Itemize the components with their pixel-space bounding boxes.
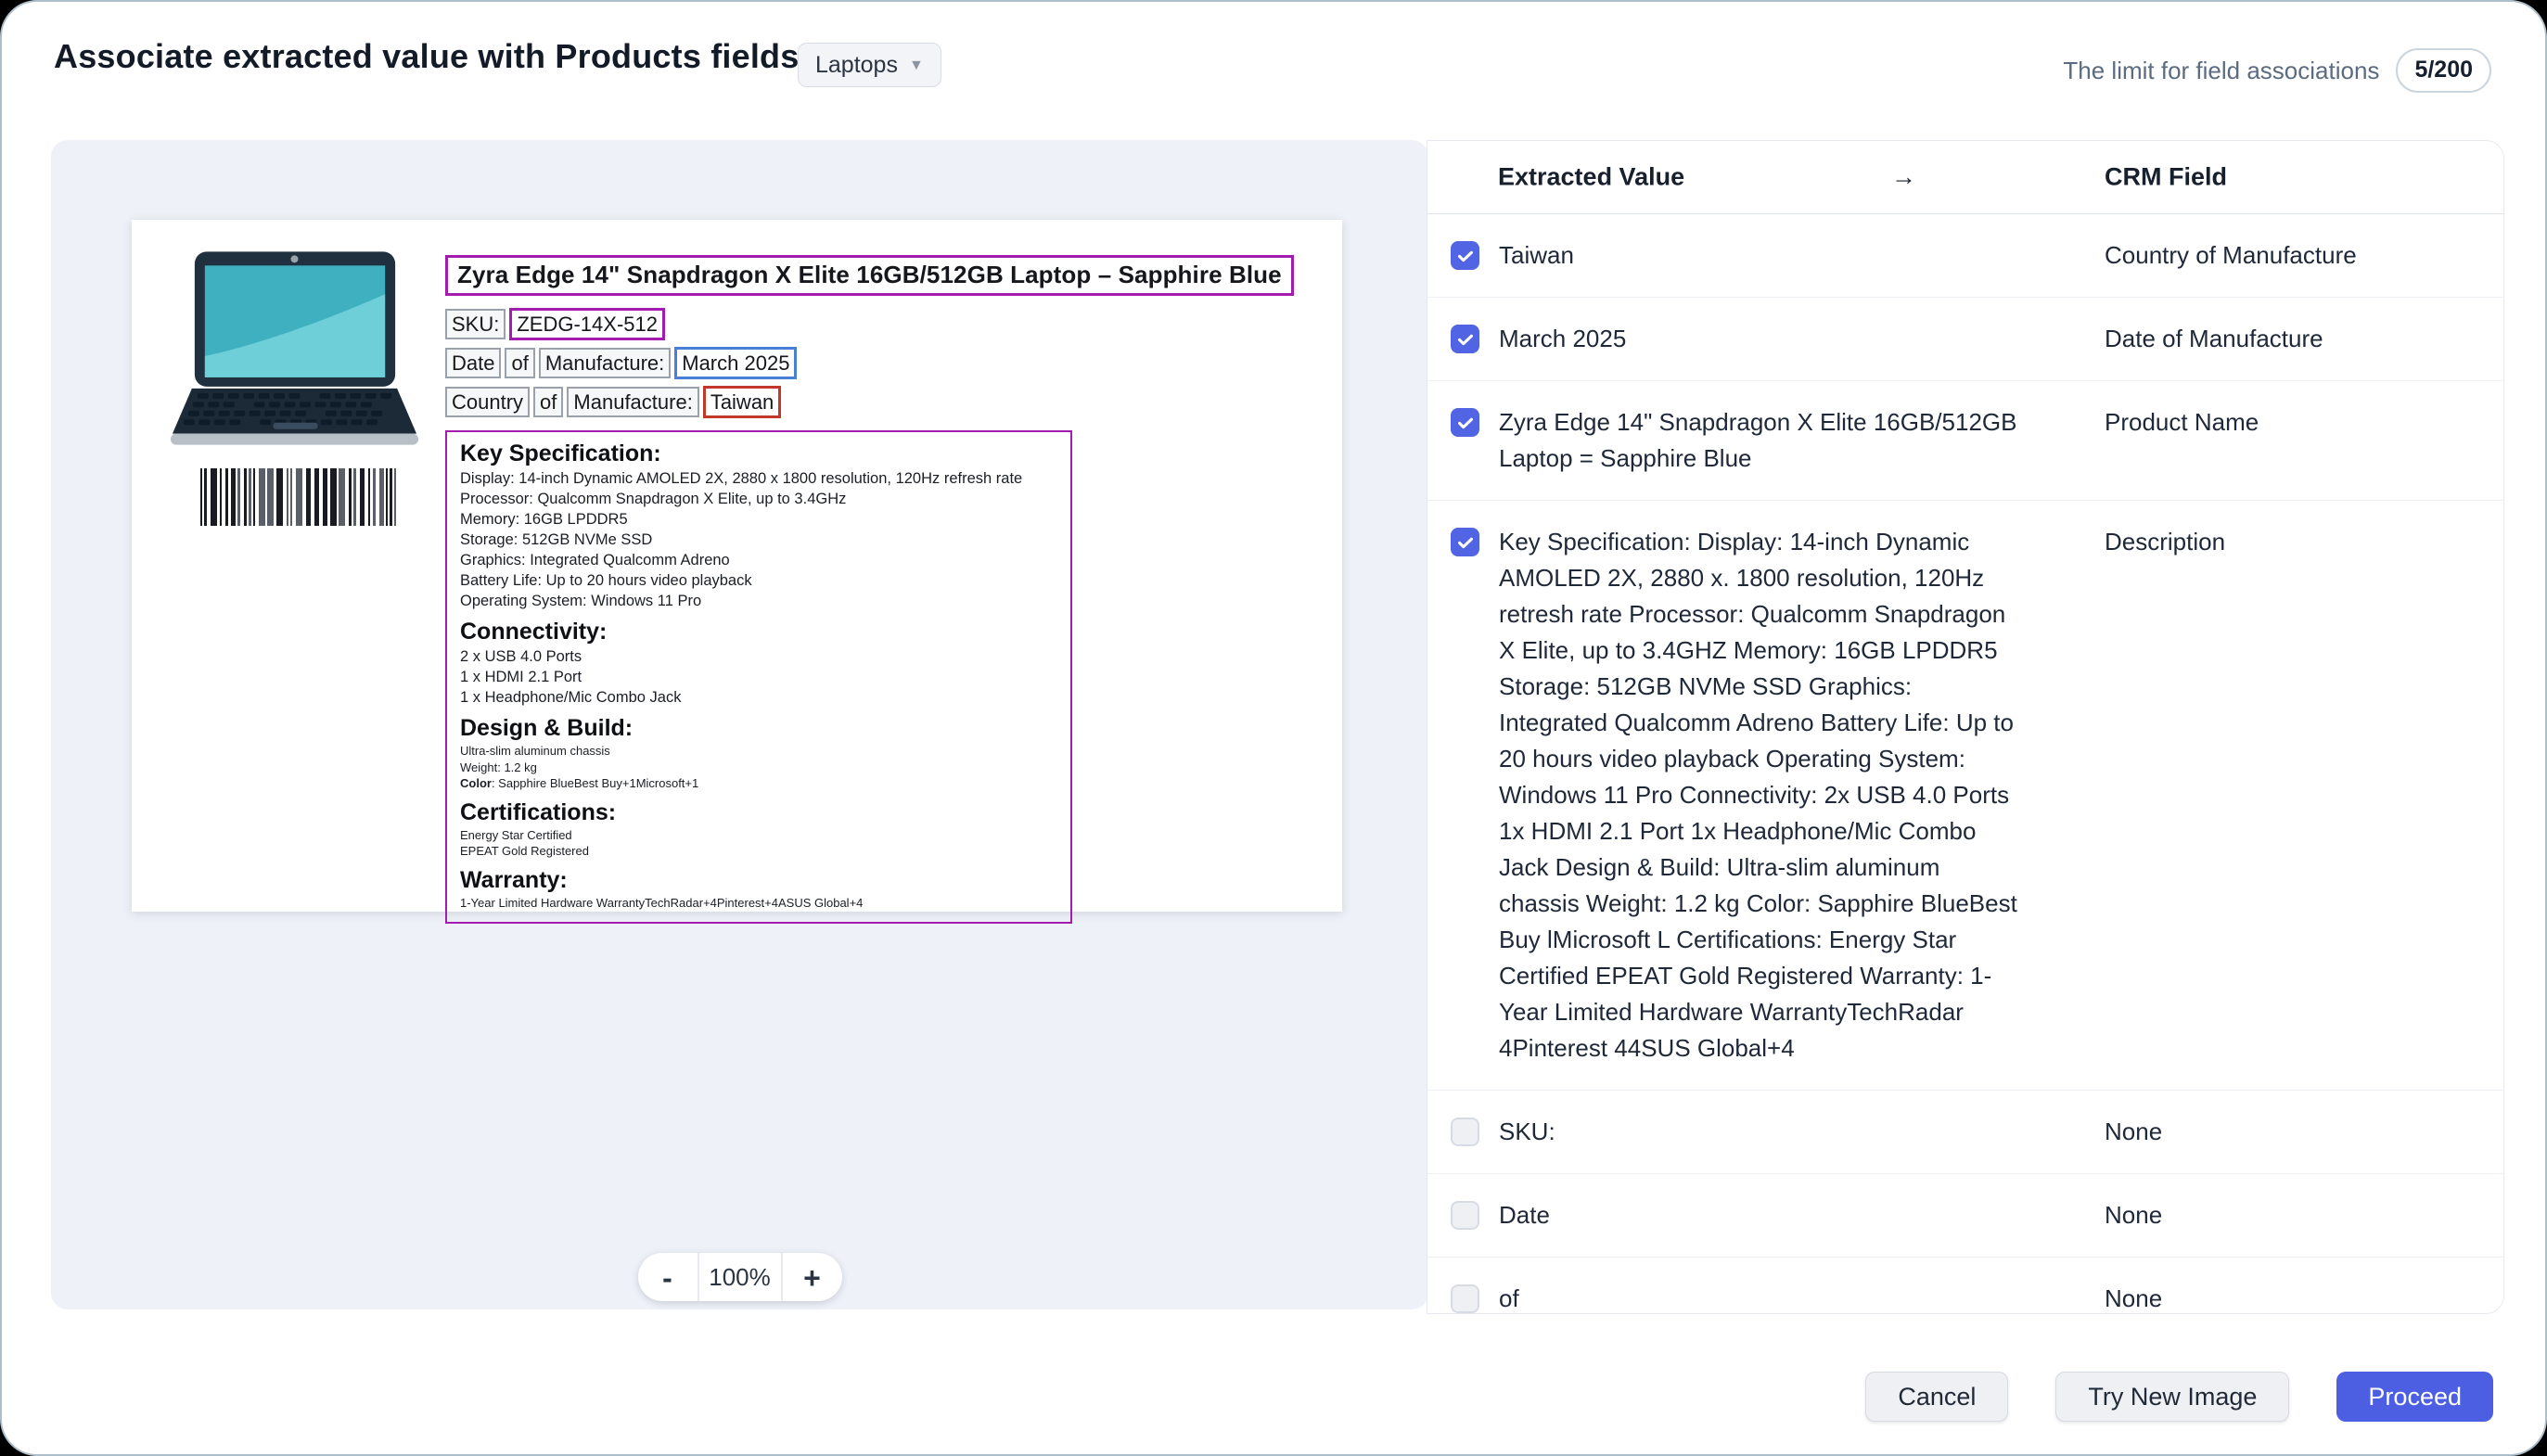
- row-checkbox[interactable]: [1451, 1284, 1479, 1313]
- field-association-limit: The limit for field associations 5/200: [2063, 48, 2491, 93]
- column-header-crm-field: CRM Field: [2105, 163, 2227, 192]
- crm-field-value[interactable]: None: [2105, 1114, 2485, 1150]
- row-checkbox[interactable]: [1451, 241, 1479, 270]
- row-checkbox[interactable]: [1451, 325, 1479, 353]
- crm-field-value[interactable]: None: [2105, 1197, 2485, 1233]
- page-title: Associate extracted value with Products …: [54, 37, 799, 76]
- extracted-value-text: Taiwan: [1499, 237, 2023, 274]
- table-row: of None: [1427, 1258, 2503, 1314]
- crm-field-value[interactable]: Product Name: [2105, 404, 2485, 441]
- doc-spec-line: Display: 14-inch Dynamic AMOLED 2X, 2880…: [460, 468, 1057, 489]
- barcode-graphic: [200, 468, 406, 526]
- table-row: Taiwan Country of Manufacture: [1427, 214, 2503, 298]
- zoom-in-button[interactable]: +: [783, 1253, 842, 1301]
- table-row: SKU: None: [1427, 1091, 2503, 1174]
- doc-country-line: Country of Manufacture: Taiwan: [445, 386, 1308, 418]
- doc-spec-line: Energy Star Certified: [460, 827, 1057, 844]
- doc-sku-label: SKU:: [445, 309, 506, 339]
- document-preview-panel: Zyra Edge 14" Snapdragon X Elite 16GB/51…: [51, 140, 1428, 1309]
- doc-section-heading: Connectivity:: [460, 618, 1057, 645]
- row-checkbox[interactable]: [1451, 1118, 1479, 1146]
- doc-date-value-annotation: March 2025: [674, 347, 797, 379]
- doc-section-heading: Warranty:: [460, 866, 1057, 894]
- table-header: Extracted Value → CRM Field: [1427, 141, 2503, 214]
- doc-product-title-annotation: Zyra Edge 14" Snapdragon X Elite 16GB/51…: [445, 255, 1294, 296]
- crm-field-value[interactable]: Description: [2105, 524, 2485, 560]
- doc-word-box: of: [505, 348, 534, 378]
- doc-spec-line: 1 x Headphone/Mic Combo Jack: [460, 687, 1057, 708]
- cancel-button[interactable]: Cancel: [1865, 1372, 2008, 1422]
- doc-spec-line: Color: Sapphire BlueBest Buy+1Microsoft+…: [460, 775, 1057, 792]
- doc-spec-line: Graphics: Integrated Qualcomm Adreno: [460, 550, 1057, 570]
- extracted-value-text: of: [1499, 1281, 2023, 1314]
- doc-sku-value-annotation: ZEDG-14X-512: [509, 308, 665, 340]
- footer-actions: Cancel Try New Image Proceed: [1865, 1372, 2493, 1422]
- doc-section-heading: Design & Build:: [460, 714, 1057, 742]
- zoom-level: 100%: [698, 1253, 783, 1301]
- document-page: Zyra Edge 14" Snapdragon X Elite 16GB/51…: [132, 220, 1342, 912]
- doc-spec-line: Weight: 1.2 kg: [460, 760, 1057, 776]
- doc-spec-line: 2 x USB 4.0 Ports: [460, 646, 1057, 667]
- modal-window: Associate extracted value with Products …: [0, 0, 2547, 1456]
- doc-section-heading: Certifications:: [460, 798, 1057, 826]
- doc-spec-line: Ultra-slim aluminum chassis: [460, 743, 1057, 760]
- row-checkbox[interactable]: [1451, 528, 1479, 556]
- crm-field-value[interactable]: None: [2105, 1281, 2485, 1314]
- limit-count-badge: 5/200: [2396, 48, 2491, 93]
- doc-spec-line: Storage: 512GB NVMe SSD: [460, 530, 1057, 550]
- column-header-extracted-value: Extracted Value: [1498, 163, 1684, 192]
- extracted-value-text: SKU:: [1499, 1114, 2023, 1150]
- doc-word-box: Manufacture:: [567, 387, 698, 417]
- row-checkbox[interactable]: [1451, 408, 1479, 437]
- zoom-control: - 100% +: [638, 1253, 842, 1301]
- doc-date-line: Date of Manufacture: March 2025: [445, 347, 1308, 379]
- crm-field-value[interactable]: Date of Manufacture: [2105, 321, 2485, 357]
- laptop-product-image: [164, 251, 425, 451]
- zoom-out-button[interactable]: -: [638, 1253, 698, 1301]
- document-text-column: Zyra Edge 14" Snapdragon X Elite 16GB/51…: [445, 255, 1308, 924]
- proceed-button[interactable]: Proceed: [2336, 1372, 2493, 1422]
- table-row: Date None: [1427, 1174, 2503, 1258]
- arrow-right-icon: →: [1891, 163, 1916, 192]
- doc-word-box: Manufacture:: [539, 348, 671, 378]
- extracted-value-text: Date: [1499, 1197, 2023, 1233]
- doc-spec-line: 1-Year Limited Hardware WarrantyTechRada…: [460, 895, 1057, 912]
- doc-sku-line: SKU: ZEDG-14X-512: [445, 308, 1308, 340]
- table-row: March 2025 Date of Manufacture: [1427, 298, 2503, 381]
- module-selector-value: Laptops: [815, 52, 898, 79]
- doc-spec-sections: Key Specification:Display: 14-inch Dynam…: [445, 430, 1072, 924]
- doc-spec-line: Battery Life: Up to 20 hours video playb…: [460, 570, 1057, 591]
- doc-word-box: Date: [445, 348, 501, 378]
- try-new-image-button[interactable]: Try New Image: [2055, 1372, 2289, 1422]
- mapping-table-body: Taiwan Country of Manufacture March 2025 Da…: [1427, 214, 2503, 1314]
- doc-spec-line: EPEAT Gold Registered: [460, 843, 1057, 860]
- chevron-down-icon: ▼: [909, 57, 924, 74]
- laptop-illustration-icon: [164, 251, 425, 451]
- row-checkbox[interactable]: [1451, 1201, 1479, 1230]
- extracted-value-text: March 2025: [1499, 321, 2023, 357]
- field-mapping-table: Extracted Value → CRM Field Taiwan Countr…: [1427, 140, 2504, 1314]
- limit-label: The limit for field associations: [2063, 57, 2379, 85]
- table-row: Key Specification: Display: 14-inch Dyna…: [1427, 501, 2503, 1091]
- extracted-value-text: Key Specification: Display: 14-inch Dyna…: [1499, 524, 2023, 1066]
- crm-field-value[interactable]: Country of Manufacture: [2105, 237, 2485, 274]
- table-row: Zyra Edge 14" Snapdragon X Elite 16GB/51…: [1427, 381, 2503, 501]
- doc-word-box: of: [533, 387, 563, 417]
- doc-spec-line: Memory: 16GB LPDDR5: [460, 509, 1057, 530]
- doc-country-value-annotation: Taiwan: [703, 386, 781, 418]
- doc-word-box: Country: [445, 387, 530, 417]
- extracted-value-text: Zyra Edge 14" Snapdragon X Elite 16GB/51…: [1499, 404, 2023, 477]
- doc-section-heading: Key Specification:: [460, 440, 1057, 467]
- doc-spec-line: Operating System: Windows 11 Pro: [460, 591, 1057, 611]
- doc-spec-line: 1 x HDMI 2.1 Port: [460, 667, 1057, 687]
- doc-spec-line: Processor: Qualcomm Snapdragon X Elite, …: [460, 489, 1057, 509]
- module-selector-dropdown[interactable]: Laptops ▼: [798, 43, 941, 87]
